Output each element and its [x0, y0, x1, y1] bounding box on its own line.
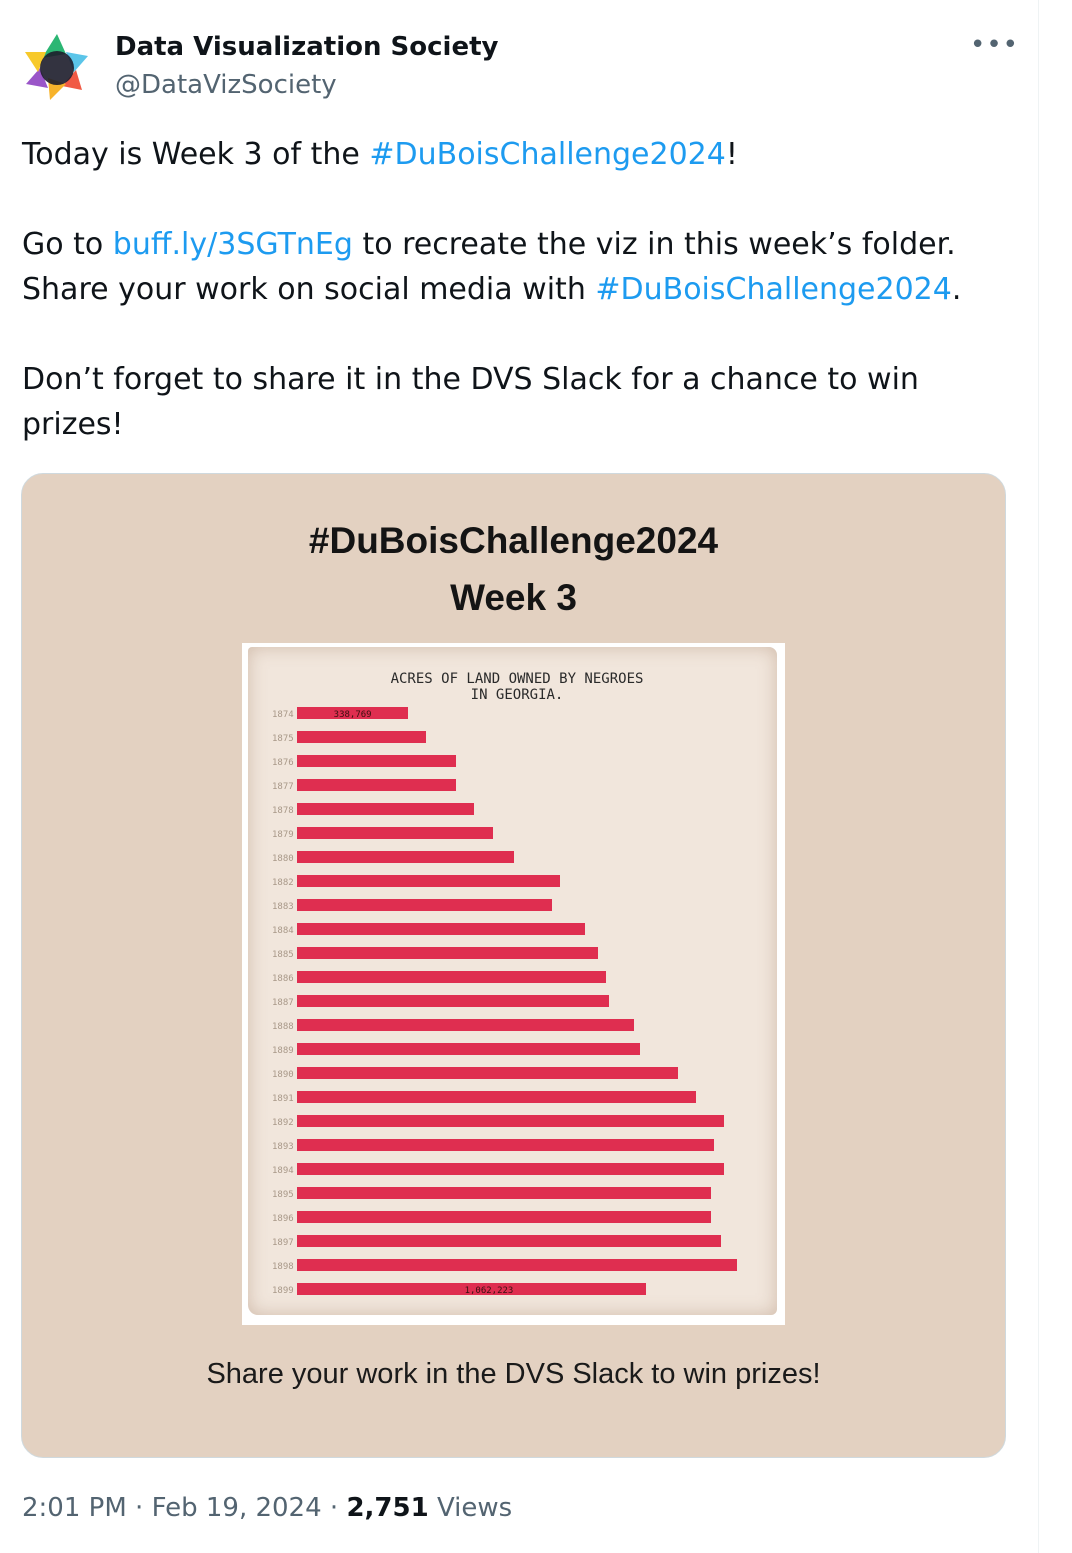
text-segment: Go to — [22, 227, 113, 262]
bar-1888 — [297, 1019, 634, 1031]
bar-1876 — [297, 755, 456, 767]
bar-1894 — [297, 1163, 724, 1175]
bar-1885 — [297, 947, 598, 959]
bar-1875 — [297, 731, 426, 743]
more-options-icon[interactable]: ••• — [970, 30, 1019, 60]
text-segment: to recreate the viz in this week’s folde… — [352, 227, 956, 262]
year-label: 1874 — [272, 710, 294, 720]
tweet-body: Today is Week 3 of the #DuBoisChallenge2… — [22, 132, 1012, 447]
tweet-date[interactable]: Feb 19, 2024 — [152, 1493, 322, 1523]
views-label: Views — [436, 1493, 513, 1523]
bar-1878 — [297, 803, 474, 815]
year-label: 1876 — [272, 758, 294, 768]
year-label: 1896 — [272, 1214, 294, 1224]
dubois-chart-plate: ACRES OF LAND OWNED BY NEGROES IN GEORGI… — [242, 643, 785, 1325]
year-label: 1884 — [272, 926, 294, 936]
bar-1893 — [297, 1139, 714, 1151]
year-label: 1897 — [272, 1238, 294, 1248]
timeline-divider — [1038, 0, 1039, 1553]
bar-1887 — [297, 995, 609, 1007]
year-label: 1888 — [272, 1022, 294, 1032]
text-segment: . — [951, 272, 962, 307]
tweet-paragraph-1: Today is Week 3 of the #DuBoisChallenge2… — [22, 132, 1012, 177]
tweet-paragraph-3: Don’t forget to share it in the DVS Slac… — [22, 362, 919, 442]
bar-1896 — [297, 1211, 711, 1223]
year-label: 1899 — [272, 1286, 294, 1296]
year-label: 1893 — [272, 1142, 294, 1152]
year-label: 1883 — [272, 902, 294, 912]
bar-1895 — [297, 1187, 711, 1199]
tweet-paragraph-2: Go to buff.ly/3SGTnEg to recreate the vi… — [22, 222, 1012, 312]
year-label: 1880 — [272, 854, 294, 864]
bar-1898 — [297, 1259, 737, 1271]
bar-1877 — [297, 779, 456, 791]
bar-1884 — [297, 923, 585, 935]
media-subtitle: Week 3 — [450, 577, 577, 618]
bar-1883 — [297, 899, 552, 911]
year-label: 1894 — [272, 1166, 294, 1176]
year-label: 1885 — [272, 950, 294, 960]
year-label: 1882 — [272, 878, 294, 888]
hashtag-link[interactable]: #DuBoisChallenge2024 — [369, 137, 725, 172]
data-label: 1,062,223 — [465, 1286, 514, 1296]
year-label: 1877 — [272, 782, 294, 792]
bar-1890 — [297, 1067, 678, 1079]
bar-1891 — [297, 1091, 696, 1103]
year-label: 1879 — [272, 830, 294, 840]
year-label: 1875 — [272, 734, 294, 744]
url-link[interactable]: buff.ly/3SGTnEg — [113, 227, 353, 262]
year-label: 1895 — [272, 1190, 294, 1200]
year-label: 1889 — [272, 1046, 294, 1056]
separator: · — [135, 1493, 144, 1523]
account-name[interactable]: Data Visualization Society — [115, 30, 498, 64]
bar-1880 — [297, 851, 514, 863]
text-segment: Share your work on social media with — [22, 272, 596, 307]
bar-1897 — [297, 1235, 721, 1247]
account-handle[interactable]: @DataVizSociety — [115, 68, 337, 102]
tweet-footer: 2:01 PM · Feb 19, 2024 · 2,751 Views — [22, 1490, 512, 1526]
dubois-land-chart: ACRES OF LAND OWNED BY NEGROES IN GEORGI… — [272, 671, 737, 1296]
year-label: 1892 — [272, 1118, 294, 1128]
hashtag-link[interactable]: #DuBoisChallenge2024 — [595, 272, 951, 307]
data-label: 338,769 — [334, 710, 372, 720]
bar-1879 — [297, 827, 493, 839]
year-label: 1878 — [272, 806, 294, 816]
chart-title-line-2: IN GEORGIA. — [471, 687, 564, 703]
text-segment: Today is Week 3 of the — [22, 137, 370, 172]
bar-1892 — [297, 1115, 724, 1127]
media-title: #DuBoisChallenge2024 — [308, 520, 719, 561]
tweet-media-image[interactable]: #DuBoisChallenge2024 Week 3 ACRES OF LAN… — [21, 473, 1006, 1458]
tweet-header: Data Visualization Society @DataVizSocie… — [22, 28, 1022, 108]
views-count: 2,751 — [346, 1493, 429, 1523]
tweet-time[interactable]: 2:01 PM — [22, 1493, 127, 1523]
bar-1889 — [297, 1043, 640, 1055]
year-label: 1898 — [272, 1262, 294, 1272]
year-label: 1886 — [272, 974, 294, 984]
year-label: 1890 — [272, 1070, 294, 1080]
year-label: 1891 — [272, 1094, 294, 1104]
dvs-star-logo-icon[interactable] — [22, 32, 92, 102]
media-caption: Share your work in the DVS Slack to win … — [206, 1358, 821, 1390]
separator: · — [329, 1493, 339, 1523]
bar-1886 — [297, 971, 606, 983]
text-segment: ! — [725, 137, 738, 172]
chart-title-line-1: ACRES OF LAND OWNED BY NEGROES — [391, 671, 644, 687]
bar-1882 — [297, 875, 560, 887]
year-label: 1887 — [272, 998, 294, 1008]
